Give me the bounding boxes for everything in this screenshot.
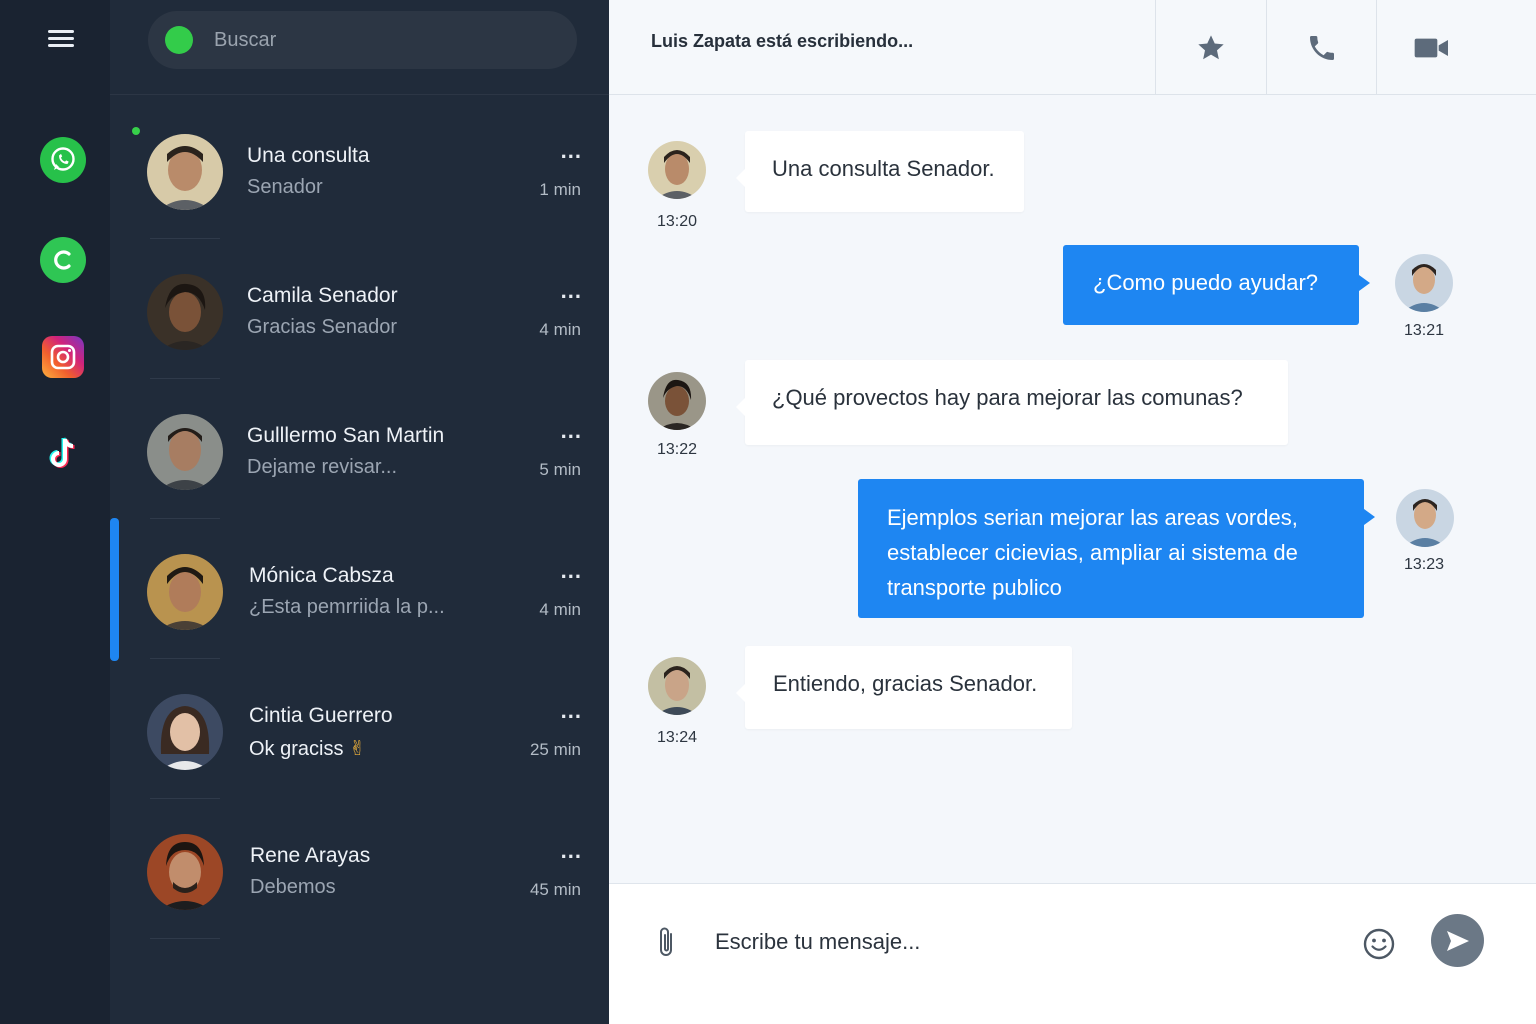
avatar xyxy=(1395,254,1453,312)
video-camera-icon xyxy=(1414,38,1448,57)
last-message-preview: Dejame revisar... xyxy=(247,456,398,478)
instagram-icon[interactable] xyxy=(42,336,84,378)
message-time: 1 min xyxy=(539,180,581,199)
call-button[interactable] xyxy=(1266,0,1376,95)
divider xyxy=(110,94,609,95)
avatar xyxy=(648,657,706,715)
status-dot-icon xyxy=(165,26,193,54)
more-options-icon[interactable]: ... xyxy=(561,138,582,164)
avatar xyxy=(147,414,223,490)
send-icon xyxy=(1446,930,1469,951)
more-options-icon[interactable]: ... xyxy=(561,698,582,724)
conversation-item[interactable]: Cintia Guerrero Ok graciss ✌ ... 25 min xyxy=(110,694,609,834)
message-time: 13:21 xyxy=(1403,322,1445,339)
victory-hand-emoji-icon: ✌ xyxy=(349,738,366,760)
video-call-button[interactable] xyxy=(1376,0,1536,95)
divider xyxy=(150,378,220,379)
conversation-item[interactable]: Rene Arayas Debemos ... 45 min xyxy=(110,834,609,974)
chat-header: Luis Zapata está escribiendo... xyxy=(609,0,1536,95)
incoming-message: ¿Qué provectos hay para mejorar las comu… xyxy=(736,360,1288,445)
typing-status: Luis Zapata está escribiendo... xyxy=(651,31,914,51)
conversation-item[interactable]: Gulllermo San Martin Dejame revisar... .… xyxy=(110,414,609,554)
c-app-icon[interactable] xyxy=(40,237,86,283)
more-options-icon[interactable]: ... xyxy=(561,278,582,304)
send-button[interactable] xyxy=(1431,914,1484,967)
avatar xyxy=(147,134,223,210)
divider xyxy=(150,238,220,239)
last-message-preview: Debemos xyxy=(250,876,336,898)
conversation-list: Una consulta Senador ... 1 min Camila Se… xyxy=(110,0,609,1024)
search-input[interactable] xyxy=(214,28,534,52)
favorite-button[interactable] xyxy=(1155,0,1265,95)
whatsapp-icon[interactable] xyxy=(40,137,86,183)
avatar xyxy=(147,834,223,910)
message-time: 4 min xyxy=(539,320,581,339)
app-rail xyxy=(0,0,110,1024)
last-message-preview: Ok graciss ✌ xyxy=(249,736,366,761)
message-time: 13:20 xyxy=(656,213,698,230)
message-input[interactable] xyxy=(715,922,1315,962)
divider xyxy=(150,518,220,519)
contact-name: Camila Senador xyxy=(247,284,398,307)
message-time: 5 min xyxy=(539,460,581,479)
star-icon xyxy=(1197,34,1224,59)
avatar xyxy=(147,554,223,630)
incoming-message: Una consulta Senador. xyxy=(736,131,1024,212)
avatar xyxy=(147,274,223,350)
divider xyxy=(150,658,220,659)
more-options-icon[interactable]: ... xyxy=(561,558,582,584)
hamburger-menu-icon[interactable] xyxy=(48,30,74,50)
last-message-preview: Senador xyxy=(247,176,323,198)
message-time: 13:23 xyxy=(1403,556,1445,573)
last-message-preview: ¿Esta pemrriida la p... xyxy=(249,596,445,618)
avatar xyxy=(648,141,706,199)
search-bar[interactable] xyxy=(148,11,577,69)
message-composer xyxy=(609,883,1536,1024)
contact-name: Una consulta xyxy=(247,144,370,167)
contact-name: Rene Arayas xyxy=(250,844,371,867)
phone-icon xyxy=(1309,35,1334,60)
message-time: 13:24 xyxy=(656,729,698,746)
divider xyxy=(150,798,220,799)
conversation-item[interactable]: Una consulta Senador ... 1 min xyxy=(110,134,609,274)
avatar xyxy=(648,372,706,430)
emoji-icon[interactable] xyxy=(1362,927,1396,966)
paperclip-icon[interactable] xyxy=(655,924,679,965)
message-line: Ejemplos serian mejorar las areas vordes… xyxy=(887,505,1298,530)
message-time: 13:22 xyxy=(656,441,698,458)
message-time: 45 min xyxy=(529,880,581,899)
message-line: transporte publico xyxy=(887,575,1062,600)
contact-name: Mónica Cabsza xyxy=(249,564,394,587)
more-options-icon[interactable]: ... xyxy=(561,418,582,444)
message-line: establecer cicievias, ampliar ai sistema… xyxy=(887,540,1298,565)
message-time: 4 min xyxy=(539,600,581,619)
conversation-item[interactable]: Camila Senador Gracias Senador ... 4 min xyxy=(110,274,609,414)
avatar xyxy=(147,694,223,770)
message-time: 25 min xyxy=(529,740,581,759)
outgoing-message: ¿Como puedo ayudar? xyxy=(1063,245,1370,325)
outgoing-message: Ejemplos serian mejorar las areas vordes… xyxy=(858,479,1375,618)
conversation-item-active[interactable]: Mónica Cabsza ¿Esta pemrriida la p... ..… xyxy=(110,554,609,694)
contact-name: Gulllermo San Martin xyxy=(247,424,445,447)
contact-name: Cintia Guerrero xyxy=(249,704,393,727)
last-message-preview: Gracias Senador xyxy=(247,316,398,338)
tiktok-icon[interactable] xyxy=(40,430,86,476)
divider xyxy=(150,938,220,939)
incoming-message: Entiendo, gracias Senador. xyxy=(736,646,1072,729)
preview-text: Ok graciss xyxy=(249,738,344,760)
more-options-icon[interactable]: ... xyxy=(561,838,582,864)
avatar xyxy=(1396,489,1454,547)
